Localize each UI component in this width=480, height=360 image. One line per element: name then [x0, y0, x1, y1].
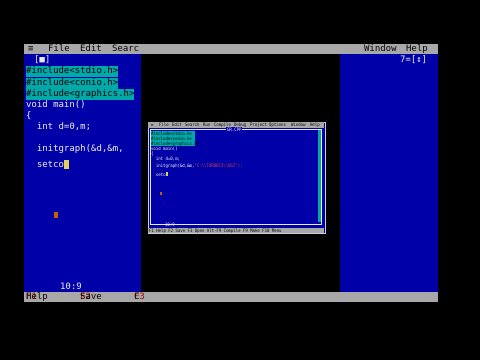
inner-menu-help[interactable]: Help: [310, 122, 320, 128]
inner-status-bar: F1 Help F2 Save F3 Open Alt-F9 Compile F…: [148, 228, 324, 233]
menu-help[interactable]: Help: [406, 44, 428, 54]
initgraph-call: initgraph(&d,&m,: [151, 163, 195, 168]
inner-menu-edit[interactable]: Edit: [172, 122, 182, 128]
status-label[interactable]: Save: [80, 292, 102, 302]
highlight-mark: [54, 212, 58, 218]
inner-code-line[interactable]: initgraph(&d,&m,"C:\\TURBOC3\\BGI");: [151, 163, 243, 168]
inner-code-line[interactable]: void main(): [151, 146, 178, 151]
inner-scrollbar[interactable]: [318, 130, 321, 222]
menu-edit[interactable]: Edit: [80, 44, 102, 54]
code-line[interactable]: #include<conio.h>: [26, 78, 119, 89]
code-line[interactable]: #include<graphics.h>: [26, 89, 135, 100]
big-status-bar: F1 Help F2 Save F3 C: [24, 292, 438, 302]
status-label[interactable]: C: [134, 292, 139, 302]
code-line[interactable]: #include<stdio.h>: [26, 66, 119, 77]
inner-highlight-mark: [160, 192, 162, 195]
cursor-position: 10:9: [60, 282, 82, 292]
close-box-icon[interactable]: [■]: [34, 55, 50, 65]
inner-window-title: GR.CPP: [226, 127, 243, 132]
status-label[interactable]: Help: [26, 292, 48, 302]
text-cursor: [64, 160, 69, 169]
code-line[interactable]: {: [26, 111, 31, 122]
menu-window[interactable]: Window: [364, 44, 397, 54]
inner-menu-file[interactable]: File: [159, 122, 169, 128]
code-line[interactable]: setco: [26, 160, 64, 171]
inner-menu-search[interactable]: Search: [185, 122, 199, 128]
menu-search[interactable]: Searc: [112, 44, 139, 54]
bgi-path-string: "C:\\TURBOC3\\BGI");: [194, 163, 243, 168]
big-menu-bar: ≡ File Edit Searc Window Help: [24, 44, 438, 54]
inner-menu-window[interactable]: Window: [291, 122, 305, 128]
inner-system-menu[interactable]: ≡: [151, 122, 153, 128]
inner-menu-options[interactable]: Options: [269, 122, 286, 128]
inner-menu-project[interactable]: Project: [250, 122, 267, 128]
menu-file[interactable]: File: [48, 44, 70, 54]
inner-code-line[interactable]: int d=0,m;: [151, 156, 180, 161]
big-editor-right[interactable]: [340, 54, 438, 292]
inner-text-cursor: [166, 172, 168, 176]
code-line[interactable]: initgraph(&d,&m,: [26, 144, 124, 155]
inner-cursor-position: 10:9: [165, 222, 175, 227]
code-line[interactable]: int d=0,m;: [26, 122, 91, 133]
code-line[interactable]: void main(): [26, 100, 86, 111]
system-menu[interactable]: ≡: [28, 44, 33, 54]
window-number: 7=[↕]: [400, 55, 428, 65]
inner-status-text: F1 Help F2 Save F3 Open Alt-F9 Compile F…: [149, 228, 282, 233]
inner-menu-run[interactable]: Run: [203, 122, 210, 128]
